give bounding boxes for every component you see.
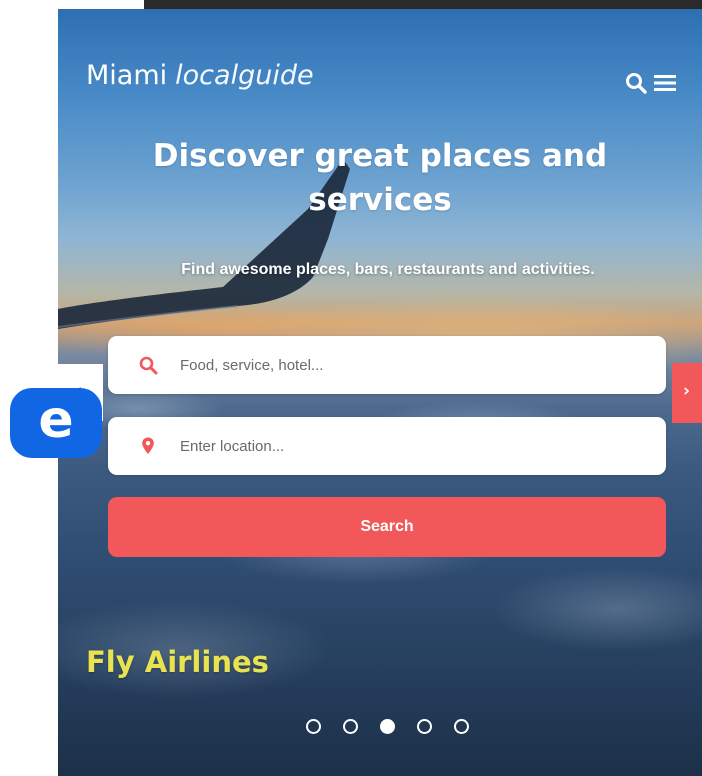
hamburger-menu-icon[interactable] — [654, 71, 676, 95]
pagination-dot[interactable] — [417, 719, 432, 734]
site-logo[interactable]: Miami localguide — [86, 60, 314, 91]
hero-title: Discover great places and services — [152, 138, 608, 218]
chevron-right-icon: › — [683, 381, 691, 401]
search-button[interactable]: Search — [108, 497, 666, 557]
carousel-next-button[interactable]: › — [672, 363, 702, 423]
brand-logo-icon: e — [10, 388, 102, 458]
search-icon[interactable] — [624, 71, 648, 95]
what-search-input[interactable] — [180, 336, 650, 394]
pagination-dot[interactable] — [343, 719, 358, 734]
logo-light-text: localguide — [175, 60, 314, 91]
location-field[interactable] — [108, 417, 666, 475]
browser-top-bar — [144, 0, 702, 9]
pagination-dot-active[interactable] — [380, 719, 395, 734]
pagination-dot[interactable] — [306, 719, 321, 734]
slide-caption: Fly Airlines — [86, 645, 269, 679]
brand-letter: e — [38, 390, 74, 450]
search-icon — [139, 356, 158, 375]
pagination-dot[interactable] — [454, 719, 469, 734]
hero-slider: Miami localguide Discover great places an… — [58, 9, 702, 776]
logo-strong-text: Miami — [86, 60, 168, 91]
hero-subtitle: Find awesome places, bars, restaurants a… — [181, 261, 595, 278]
what-search-field[interactable] — [108, 336, 666, 394]
map-pin-icon — [142, 437, 154, 454]
location-input[interactable] — [180, 417, 650, 475]
